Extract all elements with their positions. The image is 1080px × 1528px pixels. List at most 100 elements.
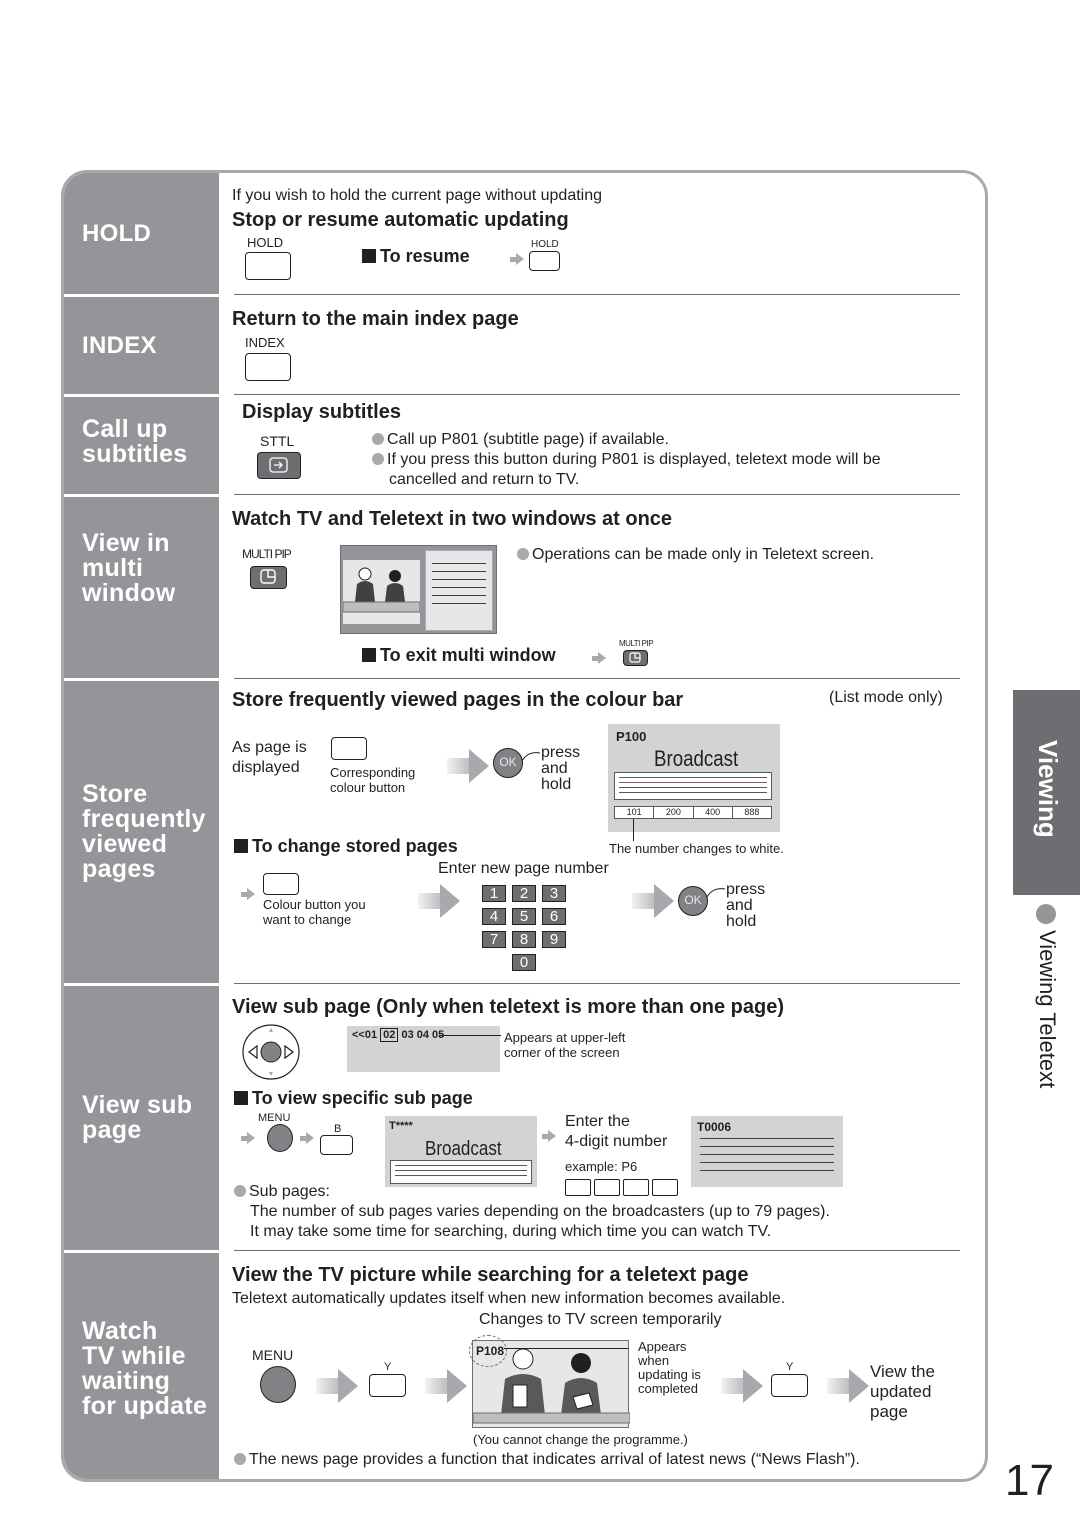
appears-line2: corner of the screen bbox=[504, 1045, 620, 1060]
bullet-icon bbox=[372, 453, 384, 465]
bullet-icon bbox=[234, 1453, 246, 1465]
key-3[interactable]: 3 bbox=[542, 885, 566, 902]
enter-line1: Enter the bbox=[565, 1113, 630, 1130]
section-label-sub-page: View sub page bbox=[64, 986, 219, 1250]
resume-hold-button[interactable] bbox=[529, 251, 560, 271]
hold-button-label: HOLD bbox=[247, 235, 284, 250]
key-9[interactable]: 9 bbox=[542, 931, 566, 948]
big-arrow-icon bbox=[632, 884, 674, 918]
colour-bar: 101 200 400 888 bbox=[614, 806, 772, 819]
hold-intro: If you wish to hold the current page wit… bbox=[232, 187, 603, 204]
screen-broadcast-title: Broadcast bbox=[654, 746, 739, 771]
news-presenters-illustration bbox=[342, 567, 421, 613]
appears-line: completed bbox=[638, 1381, 698, 1396]
tv-page-number: P108 bbox=[476, 1344, 505, 1358]
subpage-note-line1: The number of sub pages varies depending… bbox=[250, 1203, 830, 1220]
divider bbox=[234, 678, 960, 679]
key-1[interactable]: 1 bbox=[482, 885, 506, 902]
enter-line2: 4-digit number bbox=[565, 1133, 668, 1150]
arrow-icon bbox=[592, 652, 606, 664]
section-subtitle: Viewing Teletext bbox=[1035, 930, 1060, 1089]
digit-input-1[interactable] bbox=[565, 1179, 591, 1196]
y-label: Y bbox=[786, 1361, 794, 1373]
section-label-multi-window: View in multi window bbox=[64, 497, 219, 678]
section-label-text: Watch TV while waiting for update bbox=[82, 1317, 208, 1420]
sub-pages-label: Sub pages: bbox=[234, 1183, 330, 1201]
colour-bar-slot-green: 200 bbox=[654, 807, 694, 818]
multi-pip-icon bbox=[260, 569, 276, 584]
key-0[interactable]: 0 bbox=[512, 954, 536, 971]
sttl-button[interactable] bbox=[257, 452, 301, 479]
digit-input-3[interactable] bbox=[623, 1179, 649, 1196]
exit-multi-pip-button[interactable] bbox=[623, 650, 648, 666]
subtitles-bullet-2-cont: cancelled and return to TV. bbox=[389, 471, 580, 488]
subtitle-icon bbox=[269, 457, 288, 473]
cursor-pad-icon[interactable] bbox=[241, 1023, 301, 1081]
key-6[interactable]: 6 bbox=[542, 908, 566, 925]
resume-heading: To resume bbox=[362, 246, 470, 267]
bullet-text: If you press this button during P801 is … bbox=[387, 451, 881, 468]
and-text: and bbox=[541, 760, 568, 777]
big-arrow-icon bbox=[827, 1369, 869, 1403]
corresponding-line2: colour button bbox=[330, 780, 406, 795]
colour-bar-slot-yellow: 400 bbox=[694, 807, 733, 818]
section-label-text: Call up subtitles bbox=[82, 415, 188, 468]
section-tab-viewing[interactable]: Viewing bbox=[1013, 690, 1080, 895]
press-and-hold: press and hold bbox=[726, 882, 765, 930]
key-5[interactable]: 5 bbox=[512, 908, 536, 925]
view-updated-line: View the bbox=[870, 1362, 935, 1381]
callout-line bbox=[633, 819, 634, 841]
arrow-icon bbox=[542, 1130, 556, 1142]
big-arrow-icon bbox=[418, 884, 460, 918]
key-7[interactable]: 7 bbox=[482, 931, 506, 948]
teletext-lines bbox=[432, 563, 486, 604]
digit-input-4[interactable] bbox=[652, 1179, 678, 1196]
multi-pip-button[interactable] bbox=[250, 566, 287, 589]
tv-screen: P108 bbox=[469, 1335, 631, 1428]
ok-button[interactable]: OK bbox=[493, 748, 523, 778]
hold-text: hold bbox=[541, 776, 572, 793]
cannot-change-note: (You cannot change the programme.) bbox=[473, 1432, 688, 1447]
section-label-subtitles: Call up subtitles bbox=[64, 397, 219, 494]
yellow-button[interactable] bbox=[369, 1374, 406, 1397]
section-label-waiting: Watch TV while waiting for update bbox=[64, 1253, 219, 1479]
subpage-search-screen: T**** Broadcast bbox=[385, 1116, 537, 1187]
store-title: Store frequently viewed pages in the col… bbox=[232, 689, 684, 711]
divider bbox=[234, 983, 960, 984]
hold-button[interactable] bbox=[245, 252, 291, 280]
key-2[interactable]: 2 bbox=[512, 885, 536, 902]
section-label-text: INDEX bbox=[82, 332, 157, 359]
key-4[interactable]: 4 bbox=[482, 908, 506, 925]
bullet-icon bbox=[517, 548, 529, 560]
index-button-label: INDEX bbox=[245, 335, 285, 350]
blue-button[interactable] bbox=[320, 1135, 353, 1155]
index-title: Return to the main index page bbox=[232, 308, 519, 330]
arrow-icon bbox=[510, 253, 524, 265]
menu-button[interactable] bbox=[260, 1366, 296, 1403]
arrow-icon bbox=[241, 1132, 255, 1144]
appears-line: Appears bbox=[638, 1339, 687, 1354]
result-page-number: T0006 bbox=[697, 1120, 732, 1134]
yellow-button-2[interactable] bbox=[771, 1374, 808, 1397]
news-flash-note: The news page provides a function that i… bbox=[234, 1451, 860, 1469]
specific-subpage-label: To view specific sub page bbox=[252, 1088, 473, 1108]
subtitles-bullet-1: Call up P801 (subtitle page) if availabl… bbox=[372, 431, 669, 449]
square-bullet-icon bbox=[362, 648, 376, 662]
resume-hold-label: HOLD bbox=[531, 239, 559, 250]
digit-input-2[interactable] bbox=[594, 1179, 620, 1196]
press-and-hold: press and hold bbox=[541, 745, 580, 793]
tv-picture bbox=[342, 560, 421, 624]
exit-multi-heading: To exit multi window bbox=[362, 645, 556, 666]
view-updated-page: View the updated page bbox=[870, 1362, 935, 1422]
colour-button[interactable] bbox=[331, 737, 367, 760]
subpage-result-screen: T0006 bbox=[691, 1116, 843, 1187]
bullet-text: Operations can be made only in Teletext … bbox=[532, 546, 875, 563]
key-8[interactable]: 8 bbox=[512, 931, 536, 948]
index-button[interactable] bbox=[245, 353, 291, 381]
colour-button-to-change[interactable] bbox=[263, 873, 299, 895]
menu-button[interactable] bbox=[267, 1124, 293, 1152]
ok-button[interactable]: OK bbox=[678, 886, 708, 916]
multi-pip-icon bbox=[629, 652, 641, 663]
multi-note: Operations can be made only in Teletext … bbox=[517, 546, 874, 564]
example-label: example: P6 bbox=[565, 1159, 638, 1174]
